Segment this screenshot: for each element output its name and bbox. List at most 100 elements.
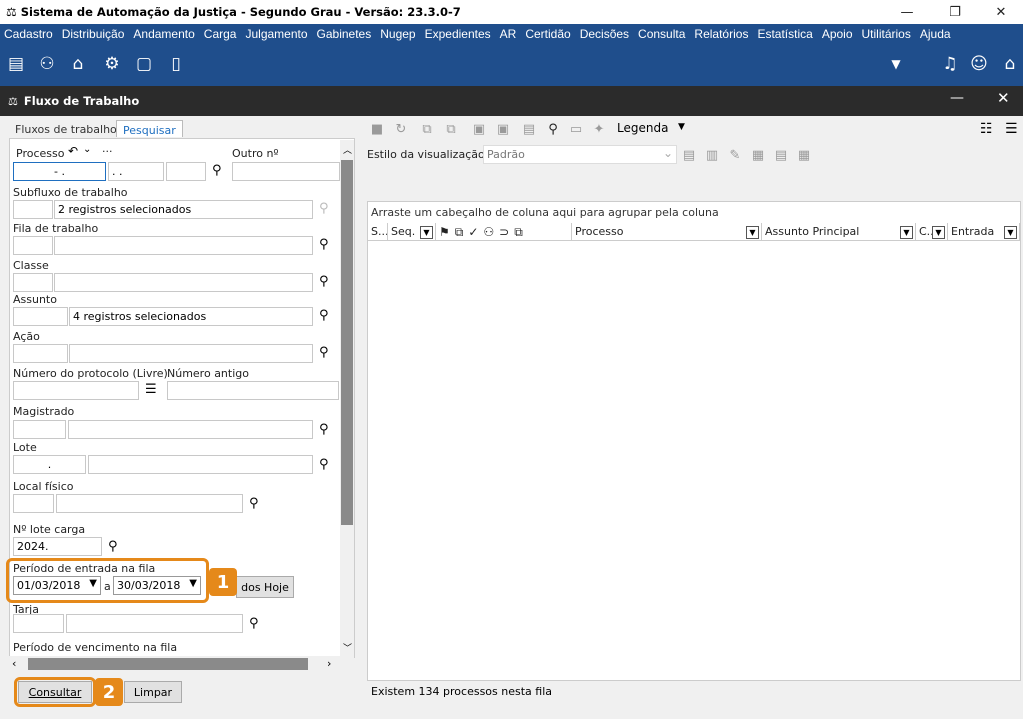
scroll-up-icon[interactable]: ︿ (343, 143, 352, 156)
more-dots[interactable]: ··· (102, 145, 113, 158)
doc-search-icon[interactable]: ▤ (520, 120, 538, 138)
building-icon[interactable]: ⌂ (66, 52, 90, 76)
estilo-select[interactable]: Padrão ⌄ (483, 145, 677, 164)
close-button[interactable]: ✕ (978, 0, 1023, 24)
scroll-right-icon[interactable]: › (327, 657, 331, 670)
menu-item[interactable]: Expedientes (421, 27, 496, 41)
refresh-icon[interactable]: ↻ (392, 120, 410, 138)
zoom-doc-icon[interactable]: ⚲ (544, 120, 562, 138)
search-icon[interactable]: ⚲ (249, 616, 265, 632)
horizontal-scroll-thumb[interactable] (28, 658, 308, 670)
magistrado-input[interactable] (68, 420, 313, 439)
tarja-code[interactable] (13, 614, 64, 633)
processo-input-3[interactable] (166, 162, 206, 181)
lotecarga-input[interactable]: 2024. (13, 537, 102, 556)
user-gear-icon[interactable]: ⚙ (100, 52, 124, 76)
tab-pesquisar[interactable]: Pesquisar (116, 120, 183, 137)
users-icon[interactable]: ☺ (967, 52, 991, 76)
pin-icon[interactable]: ✦ (590, 120, 608, 138)
acao-input[interactable] (69, 344, 313, 363)
column-icons-header[interactable]: ⚑⧉✓⚇⊃⧉ (436, 223, 572, 241)
sub-close-button[interactable]: ✕ (997, 89, 1010, 107)
search-icon[interactable]: ⚲ (319, 308, 335, 324)
search-icon[interactable]: ⚲ (319, 422, 335, 438)
vertical-scroll-thumb[interactable] (341, 160, 353, 525)
menu-item[interactable]: Decisões (576, 27, 634, 41)
search-icon[interactable]: ⚲ (319, 274, 335, 290)
filter-dropdown-icon[interactable]: ▼ (420, 226, 433, 239)
paste-icon[interactable]: ⧉ (442, 120, 460, 138)
filter-dropdown-icon[interactable]: ▼ (1004, 226, 1017, 239)
search-icon[interactable]: ⚲ (319, 237, 335, 253)
restore-button[interactable]: ❐ (932, 0, 978, 24)
lock-doc-icon[interactable]: ▣ (470, 120, 488, 138)
column-header-s[interactable]: S... (368, 223, 388, 241)
search-icon[interactable]: ⚲ (319, 345, 335, 361)
comment-icon[interactable]: ▭ (567, 120, 585, 138)
antigo-input[interactable] (167, 381, 339, 400)
scroll-left-icon[interactable]: ‹ (12, 657, 16, 670)
hierarchy-icon[interactable]: ⚇ (35, 52, 59, 76)
outro-input[interactable] (232, 162, 340, 181)
copy-icon[interactable]: ⧉ (418, 120, 436, 138)
search-icon[interactable]: ⚲ (212, 163, 228, 179)
search-icon[interactable]: ⚲ (319, 201, 335, 217)
chevron-down-icon[interactable]: ⌄ (83, 144, 91, 155)
subfluxo-input[interactable]: 2 registros selecionados (54, 200, 313, 219)
menu-item[interactable]: Estatística (753, 27, 817, 41)
lote-input[interactable] (88, 455, 313, 474)
assunto-code[interactable] (13, 307, 68, 326)
magistrado-code[interactable] (13, 420, 66, 439)
sub-minimize-button[interactable]: — (950, 90, 964, 106)
lote-code[interactable]: . (13, 455, 86, 474)
menu-item[interactable]: Consulta (634, 27, 690, 41)
list-icon[interactable]: ☰ (145, 382, 157, 397)
menu-item[interactable]: Carga (200, 27, 242, 41)
save-style-icon[interactable]: ▤ (680, 146, 698, 164)
scroll-down-icon[interactable]: ﹀ (343, 641, 352, 654)
grid-style-icon[interactable]: ▦ (795, 146, 813, 164)
processo-input[interactable]: - . (13, 162, 106, 181)
edit-style-icon[interactable]: ✎ (726, 146, 744, 164)
menu-item[interactable]: Relatórios (690, 27, 753, 41)
search-icon[interactable]: ⚲ (249, 496, 265, 512)
fila-input[interactable] (54, 236, 313, 255)
cabinet-icon[interactable]: ▤ (4, 52, 28, 76)
menu-item[interactable]: Apoio (818, 27, 858, 41)
menu-item[interactable]: Andamento (129, 27, 199, 41)
list-view-icon[interactable]: ☰ (1005, 121, 1018, 137)
legenda-dropdown-icon[interactable]: ▼ (678, 122, 685, 132)
protocolo-input[interactable] (13, 381, 139, 400)
column-header-assunto[interactable]: Assunto Principal (762, 223, 916, 241)
excel-icon[interactable]: ▦ (749, 146, 767, 164)
tab-fluxos[interactable]: Fluxos de trabalho (9, 120, 123, 137)
subfluxo-code[interactable] (13, 200, 53, 219)
report-icon[interactable]: ▤ (772, 146, 790, 164)
minimize-button[interactable]: — (884, 0, 930, 24)
processo-input-2[interactable]: . . (108, 162, 164, 181)
search-icon[interactable]: ⚲ (319, 457, 335, 473)
local-input[interactable] (56, 494, 243, 513)
bell-icon[interactable]: ♫ (938, 52, 962, 76)
tarja-input[interactable] (66, 614, 243, 633)
legenda-button[interactable]: Legenda (617, 121, 668, 135)
menu-item[interactable]: Nugep (376, 27, 420, 41)
search-icon[interactable]: ⚲ (108, 539, 124, 555)
limpar-button[interactable]: Limpar (124, 681, 182, 703)
undo-icon[interactable]: ↶ (68, 144, 78, 158)
filter-dropdown-icon[interactable]: ▼ (746, 226, 759, 239)
classe-code[interactable] (13, 273, 53, 292)
menu-item[interactable]: Ajuda (916, 27, 956, 41)
menu-item[interactable]: Certidão (521, 27, 575, 41)
assunto-input[interactable]: 4 registros selecionados (69, 307, 313, 326)
fila-code[interactable] (13, 236, 53, 255)
tree-view-icon[interactable]: ☷ (980, 121, 993, 137)
home-icon[interactable]: ⌂ (998, 52, 1022, 76)
document-o-icon[interactable]: ▢ (132, 52, 156, 76)
flag-icon[interactable]: ■ (368, 120, 386, 138)
menu-item[interactable]: Utilitários (858, 27, 916, 41)
menu-item[interactable]: Julgamento (241, 27, 312, 41)
classe-input[interactable] (54, 273, 313, 292)
delete-style-icon[interactable]: ▥ (703, 146, 721, 164)
menu-item[interactable]: Cadastro (0, 27, 58, 41)
